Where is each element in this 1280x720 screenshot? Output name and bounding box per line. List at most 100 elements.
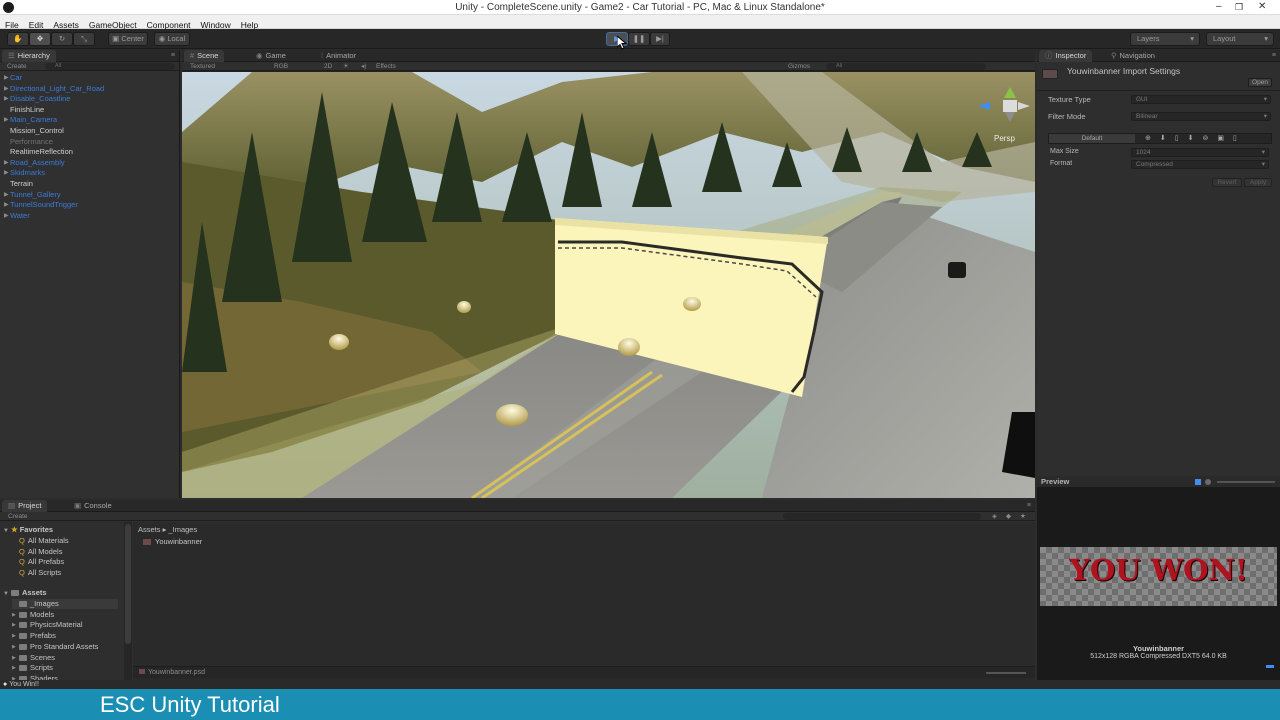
hierarchy-create-button[interactable]: Create bbox=[7, 62, 27, 71]
tab-navigation[interactable]: ⚲ Navigation bbox=[1105, 50, 1161, 62]
tab-scene[interactable]: # Scene bbox=[184, 50, 225, 62]
expand-arrow-icon[interactable]: ▶ bbox=[4, 73, 9, 83]
format-dropdown[interactable]: Compressed ▾ bbox=[1131, 160, 1269, 169]
mip-level-slider[interactable] bbox=[1217, 481, 1275, 483]
panel-menu-icon[interactable]: ≡ bbox=[1272, 50, 1276, 62]
tab-inspector[interactable]: ⓘ Inspector bbox=[1039, 50, 1093, 62]
scale-tool-icon[interactable]: ⤡ bbox=[73, 32, 95, 46]
hierarchy-item[interactable]: Main_Camera bbox=[10, 115, 57, 125]
max-size-dropdown[interactable]: 1024 ▾ bbox=[1131, 148, 1269, 157]
project-create-button[interactable]: Create bbox=[8, 512, 28, 521]
filter-mode-dropdown[interactable]: Bilinear ▾ bbox=[1131, 112, 1271, 121]
expand-arrow-icon[interactable]: ▶ bbox=[4, 190, 9, 200]
tab-hierarchy[interactable]: ☰ Hierarchy bbox=[2, 50, 56, 62]
hierarchy-item[interactable]: Directional_Light_Car_Road bbox=[10, 84, 104, 94]
tab-animator[interactable]: ⁞ Animator bbox=[315, 50, 362, 62]
maximize-button[interactable]: ❐ bbox=[1235, 1, 1243, 13]
sun-icon[interactable]: ☀ bbox=[343, 62, 349, 71]
asset-folder-item[interactable]: PhysicsMaterial bbox=[19, 620, 83, 630]
expand-arrow-icon[interactable]: ▶ bbox=[12, 663, 16, 673]
asset-folder-item[interactable]: Scenes bbox=[19, 653, 55, 663]
expand-arrow-icon[interactable]: ▶ bbox=[12, 620, 16, 630]
selected-file-path[interactable]: Youwinbanner.psd bbox=[139, 668, 205, 678]
expand-arrow-icon[interactable]: ▶ bbox=[12, 610, 16, 620]
favorite-item[interactable]: Q All Models bbox=[19, 547, 62, 557]
color-mode-dropdown[interactable]: RGB bbox=[274, 62, 288, 71]
scene-viewport[interactable]: Persp bbox=[182, 72, 1035, 500]
expand-arrow-icon[interactable]: ▶ bbox=[12, 653, 16, 663]
asset-folder-item[interactable]: Scripts bbox=[19, 663, 53, 673]
hierarchy-item[interactable]: Mission_Control bbox=[10, 126, 64, 136]
expand-arrow-icon[interactable]: ▶ bbox=[4, 115, 9, 125]
effects-dropdown[interactable]: Effects bbox=[376, 62, 396, 71]
tree-scrollbar[interactable] bbox=[124, 522, 132, 682]
status-message[interactable]: ● You Win!! bbox=[3, 680, 39, 689]
asset-folder-item[interactable]: Prefabs bbox=[19, 631, 56, 641]
tab-project[interactable]: ▤ Project bbox=[2, 500, 48, 512]
hierarchy-item[interactable]: Car bbox=[10, 73, 22, 83]
favorite-item[interactable]: Q All Materials bbox=[19, 536, 69, 546]
pivot-local-toggle[interactable]: ◉ Local bbox=[154, 32, 190, 46]
hierarchy-item[interactable]: Disable_Coastline bbox=[10, 94, 70, 104]
platform-icons[interactable]: ⊕⬇▯⬇⊚▣▯ bbox=[1145, 134, 1246, 143]
expand-arrow-icon[interactable]: ▶ bbox=[4, 200, 9, 210]
filter-label-icon[interactable]: ◆ bbox=[1006, 512, 1011, 521]
apply-button[interactable]: Apply bbox=[1244, 178, 1272, 187]
favorite-item[interactable]: Q All Prefabs bbox=[19, 557, 64, 567]
2d-mode-toggle[interactable]: 2D bbox=[324, 62, 332, 71]
rotate-tool-icon[interactable]: ↻ bbox=[51, 32, 73, 46]
hierarchy-item[interactable]: Performance bbox=[10, 137, 53, 147]
preview-resize-icon[interactable] bbox=[1266, 665, 1274, 668]
file-item-youwinbanner[interactable]: Youwinbanner bbox=[143, 537, 202, 547]
layers-dropdown[interactable]: Layers ▾ bbox=[1130, 32, 1200, 46]
alpha-channel-icon[interactable] bbox=[1205, 479, 1211, 485]
asset-folder-item[interactable]: _Images bbox=[12, 599, 118, 609]
texture-type-dropdown[interactable]: GUI ▾ bbox=[1131, 95, 1271, 104]
hierarchy-item[interactable]: Skidmarks bbox=[10, 168, 45, 178]
hierarchy-item[interactable]: Road_Assembly bbox=[10, 158, 65, 168]
assets-header[interactable]: ▼ Assets bbox=[3, 588, 47, 599]
hierarchy-item[interactable]: Tunnel_Gallery bbox=[10, 190, 61, 200]
hierarchy-item[interactable]: Terrain bbox=[10, 179, 33, 189]
hierarchy-item[interactable]: TunnelSoundTrigger bbox=[10, 200, 78, 210]
panel-menu-icon[interactable]: ≡ bbox=[171, 50, 175, 62]
icon-size-slider[interactable] bbox=[986, 672, 1026, 674]
expand-arrow-icon[interactable]: ▶ bbox=[4, 84, 9, 94]
hierarchy-item[interactable]: RealtimeReflection bbox=[10, 147, 73, 157]
rgb-channel-icon[interactable] bbox=[1195, 479, 1201, 485]
filter-type-icon[interactable]: ◈ bbox=[992, 512, 997, 521]
asset-folder-item[interactable]: Pro Standard Assets bbox=[19, 642, 98, 652]
render-mode-dropdown[interactable]: Textured bbox=[190, 62, 215, 71]
audio-icon[interactable]: ◂) bbox=[361, 62, 366, 71]
platform-tab-default[interactable]: Default bbox=[1049, 134, 1135, 143]
open-button[interactable]: Open bbox=[1248, 78, 1272, 87]
tree-scrollbar-thumb[interactable] bbox=[125, 524, 131, 644]
gizmos-dropdown[interactable]: Gizmos bbox=[788, 62, 810, 71]
close-window-button[interactable]: ✕ bbox=[1258, 1, 1266, 13]
tab-game[interactable]: ◉ Game bbox=[250, 50, 292, 62]
step-button[interactable]: ▶| bbox=[650, 32, 670, 46]
breadcrumb[interactable]: Assets ▸ _Images bbox=[138, 525, 197, 535]
hierarchy-item[interactable]: Water bbox=[10, 211, 30, 221]
expand-arrow-icon[interactable]: ▶ bbox=[4, 158, 9, 168]
move-tool-icon[interactable]: ✥ bbox=[29, 32, 51, 46]
pivot-center-toggle[interactable]: ▣ Center bbox=[108, 32, 148, 46]
minimize-button[interactable]: – bbox=[1216, 1, 1222, 13]
panel-menu-icon[interactable]: ≡ bbox=[1027, 500, 1031, 512]
hand-tool-icon[interactable]: ✋ bbox=[7, 32, 29, 46]
pause-button[interactable]: ❚❚ bbox=[628, 32, 650, 46]
expand-arrow-icon[interactable]: ▶ bbox=[4, 211, 9, 221]
expand-arrow-icon[interactable]: ▶ bbox=[4, 168, 9, 178]
revert-button[interactable]: Revert bbox=[1212, 178, 1242, 187]
favorites-header[interactable]: ▼ ★ Favorites bbox=[3, 525, 53, 536]
hierarchy-search-input[interactable]: All bbox=[45, 63, 175, 70]
tab-console[interactable]: ▣ Console bbox=[68, 500, 118, 512]
project-search-input[interactable] bbox=[783, 513, 981, 520]
favorite-star-icon[interactable]: ★ bbox=[1020, 512, 1026, 521]
layout-dropdown[interactable]: Layout ▾ bbox=[1206, 32, 1274, 46]
favorite-item[interactable]: Q All Scripts bbox=[19, 568, 61, 578]
persp-label[interactable]: Persp bbox=[994, 134, 1015, 143]
asset-folder-item[interactable]: Models bbox=[19, 610, 54, 620]
hierarchy-item[interactable]: FinishLine bbox=[10, 105, 44, 115]
scene-search-input[interactable]: All bbox=[826, 63, 986, 70]
